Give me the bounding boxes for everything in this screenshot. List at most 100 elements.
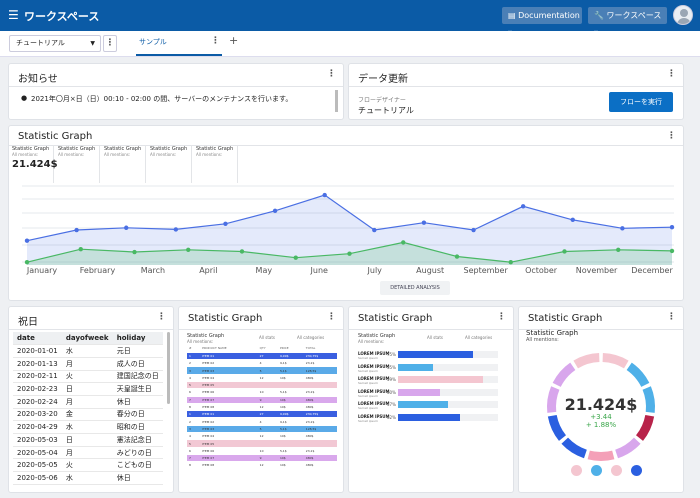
card-menu-icon[interactable]: ⋮ xyxy=(667,69,676,79)
documentation-button[interactable]: ▤ Documentation ▾ xyxy=(502,7,582,37)
table-header-row: # PRODUCT NAME QTY PRICE TOTAL xyxy=(187,345,337,353)
table-cell: みどりの日 xyxy=(112,446,163,460)
categories-filter[interactable]: All categories xyxy=(297,335,324,340)
table-cell: 5 xyxy=(187,381,201,390)
table-row[interactable]: 2020-04-29 水昭和の日 xyxy=(13,420,163,434)
stat-card[interactable]: Statistic Graph All mentions: xyxy=(194,145,238,183)
stat-card[interactable]: Statistic Graph All mentions: 21.424$ xyxy=(10,145,58,183)
table-cell: 月 xyxy=(61,395,113,409)
active-tab-indicator xyxy=(136,54,222,56)
table-header-row: date dayofweek holiday xyxy=(13,332,163,346)
hamburger-icon[interactable]: ☰ xyxy=(8,9,19,21)
x-tick-label: December xyxy=(631,266,673,275)
table-row[interactable]: 1 ITEM 01 27 9,99$ 230,75$ xyxy=(187,352,337,361)
notice-scrollbar[interactable] xyxy=(335,90,338,112)
table-row[interactable]: 6 ITEM 06 10 5,1$ 23,1$ xyxy=(187,447,337,455)
table-cell: 12 xyxy=(257,461,278,470)
table-cell: 2020-05-04 xyxy=(13,446,62,460)
divider xyxy=(9,329,173,330)
card-menu-icon[interactable]: ⋮ xyxy=(667,131,676,141)
table-row[interactable]: 2020-02-23 日天皇誕生日 xyxy=(13,382,163,396)
table-cell: 憲法記念日 xyxy=(112,433,163,447)
detailed-analysis-button[interactable]: DETAILED ANALYSIS xyxy=(380,281,450,295)
column-header: # xyxy=(187,345,201,353)
table-cell: 5 xyxy=(187,439,201,448)
table-cell: 23,1$ xyxy=(303,388,337,397)
table-row[interactable]: 2020-01-13 月成人の日 xyxy=(13,357,163,371)
table-cell: 1 xyxy=(187,352,201,361)
stat-card-sub: All mentions: xyxy=(104,152,131,157)
table-row[interactable]: 2020-05-04 月みどりの日 xyxy=(13,446,163,460)
card-menu-icon[interactable]: ⋮ xyxy=(327,69,336,79)
table-row[interactable]: 5 ITEM 05 xyxy=(187,381,337,390)
table-cell: ITEM 05 xyxy=(200,381,258,390)
table-row[interactable]: 6 ITEM 06 10 5,1$ 23,1$ xyxy=(187,388,337,397)
table-cell: 128,5$ xyxy=(303,425,337,434)
table-cell: 昭和の日 xyxy=(112,420,163,434)
table-cell: 4 xyxy=(187,374,201,383)
donut-segment xyxy=(552,362,576,387)
table-row[interactable]: 8 ITEM 08 12 10$ 480$ xyxy=(187,461,337,470)
table-row[interactable]: 2020-02-24 月休日 xyxy=(13,395,163,409)
stats-filter[interactable]: All stats xyxy=(259,335,275,340)
categories-filter[interactable]: All categories xyxy=(465,335,492,340)
table-cell: 27 xyxy=(257,352,278,361)
table-row[interactable]: 2020-01-01 水元日 xyxy=(13,344,163,358)
dashboard-tab-bar: チュートリアル ▼ ⋮ サンプル ⋮ + xyxy=(0,31,700,57)
add-tab-button[interactable]: + xyxy=(229,34,238,47)
card-menu-icon[interactable]: ⋮ xyxy=(497,312,506,322)
column-header[interactable]: holiday xyxy=(112,332,163,346)
workspace-button[interactable]: 🔧 ワークスペース ▾ xyxy=(588,7,667,37)
table-cell: 480$ xyxy=(303,432,337,441)
card-menu-icon[interactable]: ⋮ xyxy=(327,312,336,322)
table-cell: 128,5$ xyxy=(303,366,337,375)
table-row[interactable]: 7 ITEM 07 9 10$ 480$ xyxy=(187,454,337,463)
table-row[interactable]: 3 ITEM 03 5 5,1$ 128,5$ xyxy=(187,366,337,375)
run-flow-button[interactable]: フローを実行 xyxy=(609,92,673,112)
legend-dot[interactable] xyxy=(591,465,602,476)
card-menu-icon[interactable]: ⋮ xyxy=(157,312,166,322)
avatar[interactable] xyxy=(673,5,693,25)
table-cell: 2 xyxy=(187,417,201,426)
table-cell: 10 xyxy=(257,447,278,455)
tab-sample[interactable]: サンプル xyxy=(139,37,167,47)
table-row[interactable]: 3 ITEM 03 5 5,1$ 128,5$ xyxy=(187,425,337,434)
table-row[interactable]: 2020-03-20 金春分の日 xyxy=(13,408,163,422)
column-header[interactable]: dayofweek xyxy=(61,332,113,346)
holidays-scrollbar[interactable] xyxy=(167,332,170,404)
legend-dot[interactable] xyxy=(631,465,642,476)
table-cell: 27 xyxy=(257,410,278,419)
table-row[interactable]: 2020-05-06 水休日 xyxy=(13,471,163,485)
legend-dot[interactable] xyxy=(571,465,582,476)
stat-card-sub: All mentions: xyxy=(12,152,39,157)
table-cell: 480$ xyxy=(303,461,337,470)
table-row[interactable]: 5 ITEM 05 xyxy=(187,439,337,448)
table-row[interactable]: 4 ITEM 04 12 10$ 480$ xyxy=(187,374,337,383)
table-row[interactable]: 8 ITEM 08 12 10$ 480$ xyxy=(187,403,337,412)
bar-percent: 62% xyxy=(387,414,396,420)
table-row[interactable]: 2020-02-11 火建国記念の日 xyxy=(13,370,163,384)
table-row[interactable]: 2 ITEM 02 4 9,1$ 23,1$ xyxy=(187,359,337,368)
x-tick-label: May xyxy=(255,266,273,275)
table-cell: 6 xyxy=(187,388,201,397)
table-row[interactable]: 2020-05-03 日憲法記念日 xyxy=(13,433,163,447)
table-row[interactable]: 2 ITEM 02 4 9,1$ 23,1$ xyxy=(187,417,337,426)
column-header[interactable]: date xyxy=(13,332,62,346)
table-row[interactable]: 2020-05-05 火こどもの日 xyxy=(13,458,163,473)
stat-card[interactable]: Statistic Graph All mentions: xyxy=(148,145,192,183)
select-more-icon[interactable]: ⋮ xyxy=(103,35,117,52)
statistic-donut-card: Statistic Graph ⋮ Statistic Graph All me… xyxy=(519,307,683,492)
table-cell: 水 xyxy=(61,420,113,434)
stat-card[interactable]: Statistic Graph All mentions: xyxy=(102,145,146,183)
table-row[interactable]: 4 ITEM 04 12 10$ 480$ xyxy=(187,432,337,441)
tab-more-icon[interactable]: ⋮ xyxy=(211,36,220,46)
stats-filter[interactable]: All stats xyxy=(427,335,443,340)
dashboard-select[interactable]: チュートリアル ▼ xyxy=(9,35,101,52)
column-header: PRODUCT NAME xyxy=(200,345,258,353)
table-cell: こどもの日 xyxy=(112,458,163,473)
table-row[interactable]: 7 ITEM 07 9 10$ 480$ xyxy=(187,396,337,404)
legend-dot[interactable] xyxy=(611,465,622,476)
table-row[interactable]: 1 ITEM 01 27 9,99$ 230,75$ xyxy=(187,410,337,419)
stat-card[interactable]: Statistic Graph All mentions: xyxy=(56,145,100,183)
table-cell: ITEM 01 xyxy=(200,410,258,419)
